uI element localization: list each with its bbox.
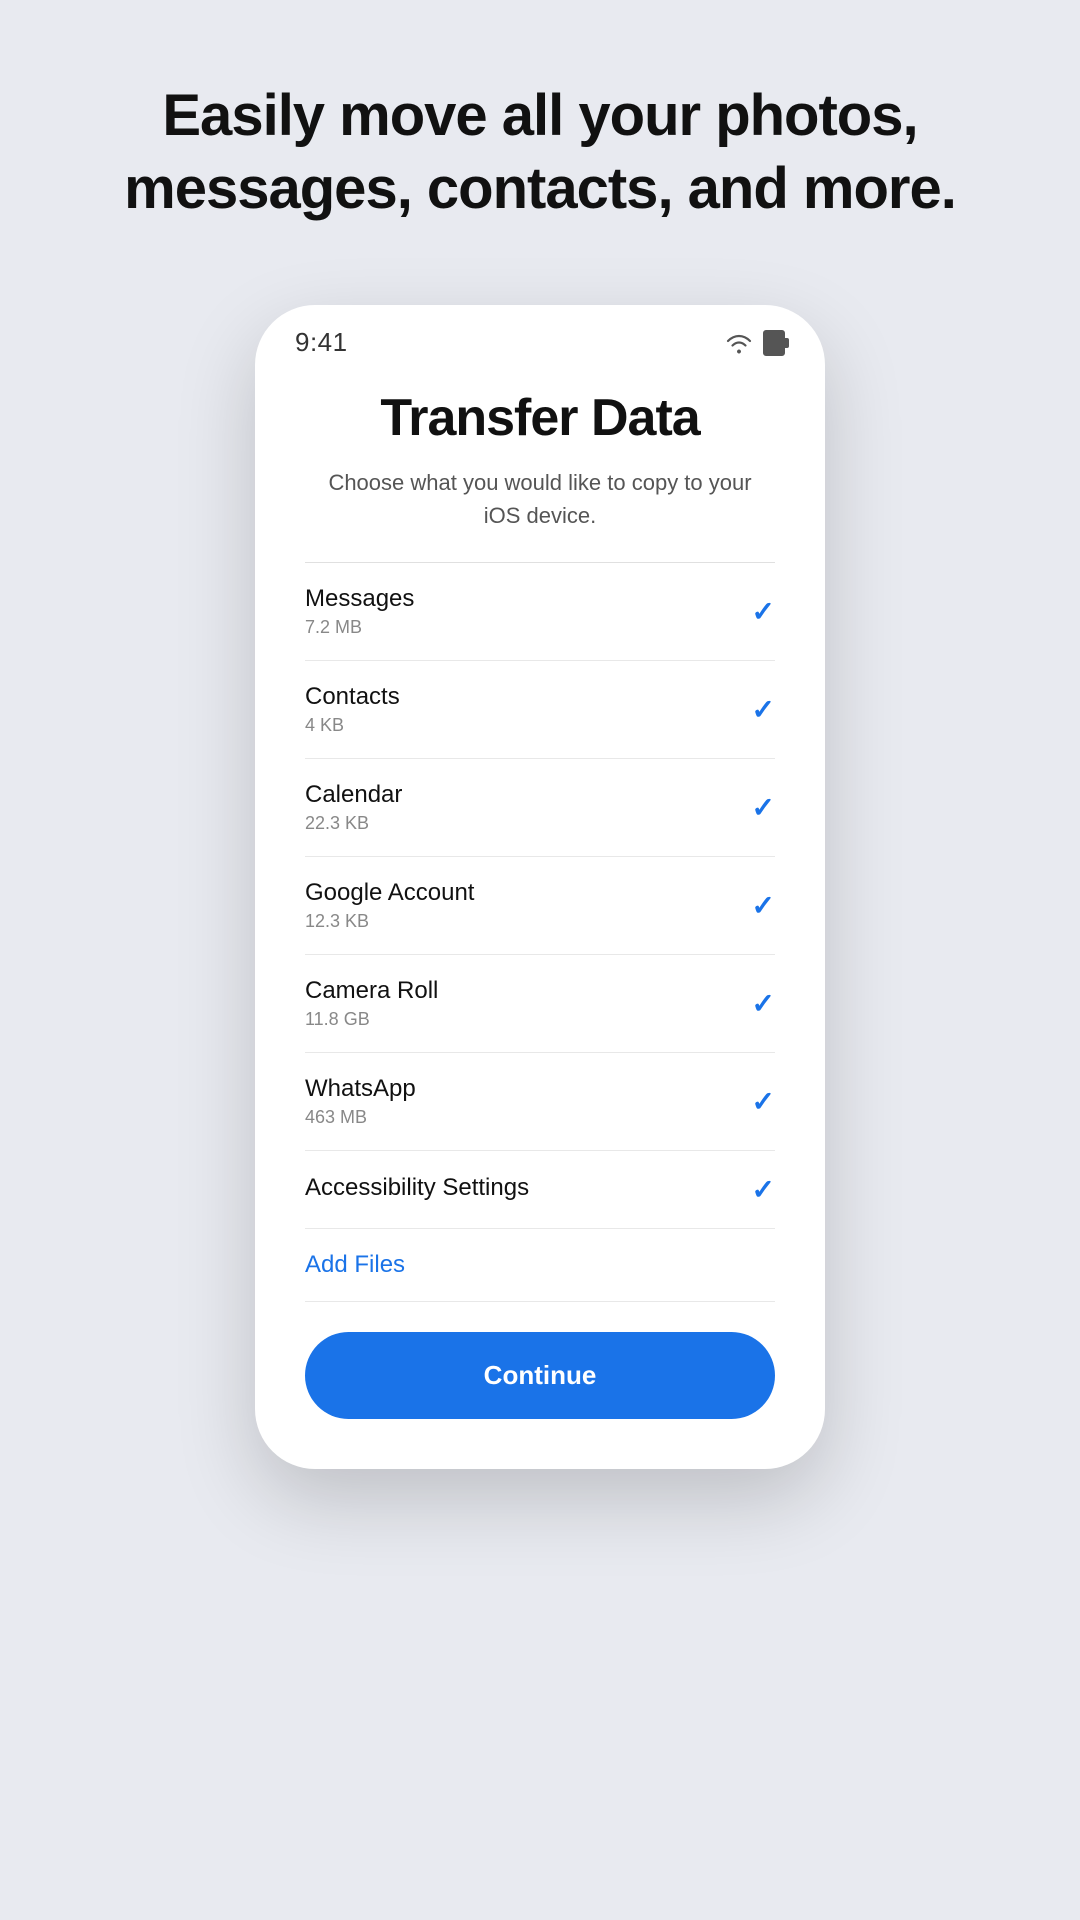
item-name: Messages xyxy=(305,585,414,613)
check-icon: ✓ xyxy=(752,987,775,1020)
hero-tagline: Easily move all your photos, messages, c… xyxy=(0,80,1080,225)
check-icon: ✓ xyxy=(752,791,775,824)
list-item[interactable]: Contacts 4 KB ✓ xyxy=(305,661,775,759)
item-name: Calendar xyxy=(305,781,402,809)
battery-icon xyxy=(763,330,785,356)
item-size: 12.3 KB xyxy=(305,911,474,932)
phone-frame: 9:41 Transfer Data Choose what you would… xyxy=(255,305,825,1469)
status-icons xyxy=(725,330,785,356)
list-item[interactable]: WhatsApp 463 MB ✓ xyxy=(305,1053,775,1151)
phone-content: Transfer Data Choose what you would like… xyxy=(255,368,825,1469)
item-size: 463 MB xyxy=(305,1107,416,1128)
list-item[interactable]: Messages 7.2 MB ✓ xyxy=(305,563,775,661)
item-name: WhatsApp xyxy=(305,1075,416,1103)
item-size: 7.2 MB xyxy=(305,617,414,638)
screen-subtitle: Choose what you would like to copy to yo… xyxy=(305,466,775,532)
add-files-button[interactable]: Add Files xyxy=(305,1229,775,1302)
item-name: Google Account xyxy=(305,879,474,907)
item-name: Camera Roll xyxy=(305,977,438,1005)
continue-button[interactable]: Continue xyxy=(305,1332,775,1419)
screen-title: Transfer Data xyxy=(380,388,699,448)
check-icon: ✓ xyxy=(752,693,775,726)
list-item[interactable]: Camera Roll 11.8 GB ✓ xyxy=(305,955,775,1053)
item-name: Contacts xyxy=(305,683,400,711)
status-bar: 9:41 xyxy=(255,305,825,368)
data-list: Messages 7.2 MB ✓ Contacts 4 KB ✓ Calend… xyxy=(305,563,775,1229)
check-icon: ✓ xyxy=(752,595,775,628)
check-icon: ✓ xyxy=(752,1085,775,1118)
status-time: 9:41 xyxy=(295,327,348,358)
check-icon: ✓ xyxy=(752,1173,775,1206)
wifi-icon xyxy=(725,332,753,354)
list-item[interactable]: Accessibility Settings ✓ xyxy=(305,1151,775,1229)
list-item[interactable]: Google Account 12.3 KB ✓ xyxy=(305,857,775,955)
check-icon: ✓ xyxy=(752,889,775,922)
item-size: 11.8 GB xyxy=(305,1009,438,1030)
item-size: 22.3 KB xyxy=(305,813,402,834)
item-size: 4 KB xyxy=(305,715,400,736)
list-item[interactable]: Calendar 22.3 KB ✓ xyxy=(305,759,775,857)
item-name: Accessibility Settings xyxy=(305,1174,529,1202)
